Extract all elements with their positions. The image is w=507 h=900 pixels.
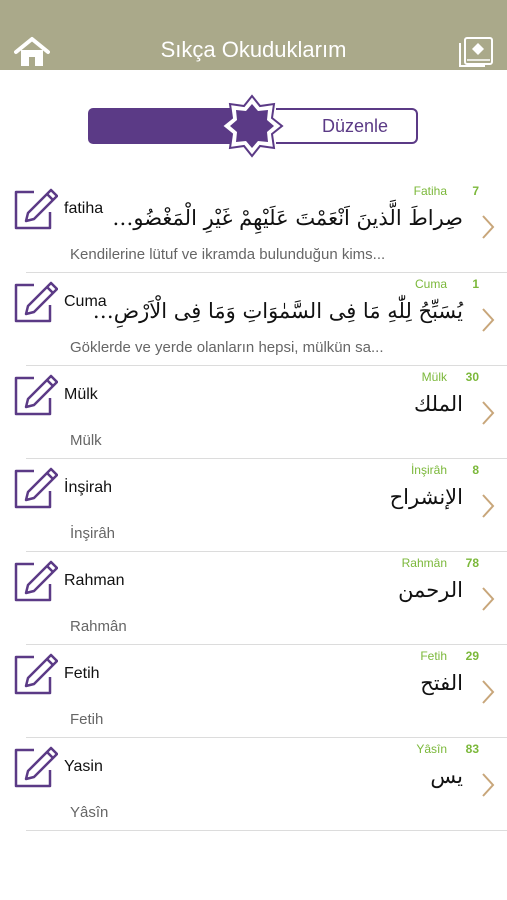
chevron-right-icon — [481, 586, 495, 612]
translation-text: Yâsîn — [70, 804, 109, 821]
entry-name: Fetih — [64, 665, 100, 682]
book-icon[interactable] — [458, 37, 494, 67]
page-title: Sıkça Okuduklarım — [160, 37, 347, 62]
sura-name: Mülk — [421, 370, 447, 384]
verse-number: 1 — [472, 277, 479, 291]
arabic-text: يس — [430, 764, 463, 788]
edit-note-icon[interactable] — [12, 374, 59, 418]
sura-name: Yâsîn — [416, 742, 447, 756]
verse-number: 30 — [465, 370, 479, 384]
chevron-right-icon — [481, 400, 495, 426]
verse-number: 78 — [465, 556, 479, 570]
sura-name: Rahmân — [401, 556, 447, 570]
arabic-text: الفتح — [420, 671, 463, 695]
entry-name: Mülk — [64, 386, 98, 403]
entry-name: Rahman — [64, 572, 125, 589]
edit-note-icon[interactable] — [12, 653, 59, 697]
edit-note-icon[interactable] — [12, 188, 59, 232]
list-item[interactable]: Yasin Yâsîn 83 يس Yâsîn — [0, 738, 507, 831]
translation-text: İnşirâh — [70, 525, 116, 542]
arabic-text: الملك — [413, 392, 463, 416]
arabic-text: الرحمن — [398, 578, 463, 602]
chevron-right-icon — [481, 307, 495, 333]
translation-text: Göklerde ve yerde olanların hepsi, mülkü… — [70, 339, 384, 356]
chevron-right-icon — [481, 214, 495, 240]
edit-note-icon[interactable] — [12, 467, 59, 511]
edit-button[interactable]: Düzenle — [291, 108, 419, 144]
translation-text: Rahmân — [70, 618, 127, 635]
row-separator — [26, 830, 507, 831]
edit-note-icon[interactable] — [12, 281, 59, 325]
list-item[interactable]: Rahman Rahmân 78 الرحمن Rahmân — [0, 552, 507, 645]
chevron-right-icon — [481, 772, 495, 798]
arabic-text: الإنشراح — [389, 485, 463, 509]
verse-number: 83 — [465, 742, 479, 756]
sura-name: İnşirâh — [410, 463, 447, 477]
sura-name: Fetih — [420, 649, 447, 663]
ornament-star-icon — [217, 94, 287, 158]
chevron-right-icon — [481, 493, 495, 519]
list-item[interactable]: Cuma Cuma 1 يُسَبِّحُ لِلّٰهِ مَا فِى ال… — [0, 273, 507, 366]
entry-name: fatiha — [64, 200, 104, 217]
arabic-text: يُسَبِّحُ لِلّٰهِ مَا فِى السَّمٰوَاتِ و… — [92, 299, 463, 323]
sura-name: Fatiha — [413, 184, 447, 198]
edit-note-icon[interactable] — [12, 746, 59, 790]
sura-name: Cuma — [414, 277, 447, 291]
list-item[interactable]: Fetih Fetih 29 الفتح Fetih — [0, 645, 507, 738]
edit-note-icon[interactable] — [12, 560, 59, 604]
entry-name: İnşirah — [64, 479, 113, 496]
navigation-bar: Sıkça Okuduklarım — [0, 0, 507, 70]
verse-number: 29 — [465, 649, 479, 663]
arabic-text: صِراطَ الَّذينَ اَنْعَمْتَ عَلَيْهِمْ غَ… — [112, 206, 463, 230]
translation-text: Fetih — [70, 711, 104, 728]
translation-text: Kendilerine lütuf ve ikramda bulunduğun … — [70, 246, 386, 263]
entry-name: Yasin — [64, 758, 103, 775]
favorites-list: fatiha Fatiha 7 صِراطَ الَّذينَ اَنْعَمْ… — [0, 180, 507, 831]
chevron-right-icon — [481, 679, 495, 705]
list-item[interactable]: fatiha Fatiha 7 صِراطَ الَّذينَ اَنْعَمْ… — [0, 180, 507, 273]
list-item[interactable]: İnşirah İnşirâh 8 الإنشراح İnşirâh — [0, 459, 507, 552]
verse-number: 8 — [472, 463, 479, 477]
translation-text: Mülk — [70, 432, 102, 449]
verse-number: 7 — [472, 184, 479, 198]
list-item[interactable]: Mülk Mülk 30 الملك Mülk — [0, 366, 507, 459]
segmented-control: Düzenle — [86, 94, 422, 158]
